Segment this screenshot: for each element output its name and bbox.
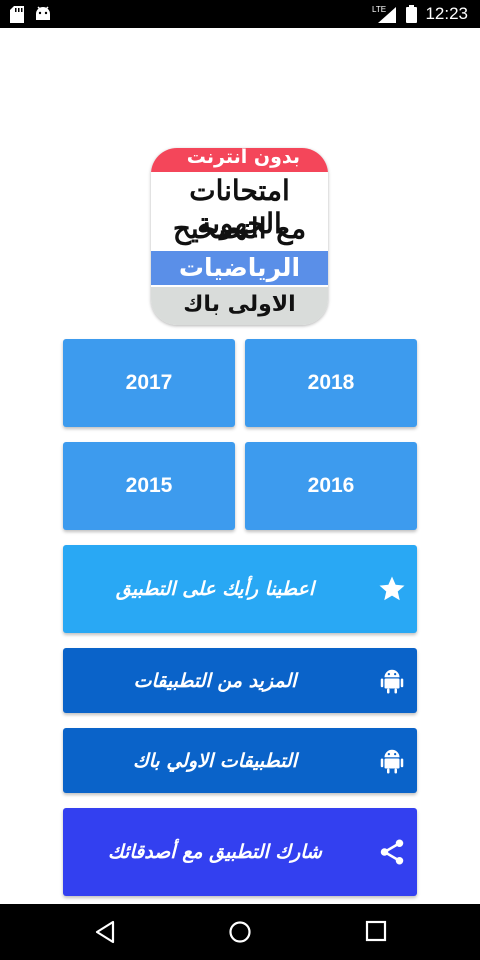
navigation-bar bbox=[0, 904, 480, 960]
signal-icon: LTE bbox=[372, 5, 397, 23]
share-app-button[interactable]: شارك التطبيق مع أصدقائك bbox=[63, 808, 417, 896]
android-icon bbox=[380, 749, 404, 773]
share-icon bbox=[380, 839, 404, 865]
logo-level-band: الاولى باك bbox=[151, 287, 328, 325]
logo-top-band: بدون أنترنت bbox=[151, 148, 328, 172]
clock: 12:23 bbox=[425, 4, 468, 23]
year-2017-button[interactable]: 2017 bbox=[63, 339, 235, 427]
logo-offline-text: بدون أنترنت bbox=[186, 148, 300, 168]
rate-app-label: اعطينا رأيك على التطبيق bbox=[115, 578, 315, 600]
more-apps-label: المزيد من التطبيقات bbox=[133, 669, 297, 692]
share-app-label: شارك التطبيق مع أصدقائك bbox=[108, 841, 322, 863]
android-icon bbox=[380, 669, 404, 693]
status-bar: LTE 12:23 bbox=[0, 0, 480, 28]
logo-title-line2: مع التصحيح bbox=[172, 212, 307, 245]
sd-card-icon bbox=[10, 5, 24, 23]
more-apps-button[interactable]: المزيد من التطبيقات bbox=[63, 648, 417, 713]
first-bac-apps-button[interactable]: التطبيقات الاولي باك bbox=[63, 728, 417, 793]
rate-app-button[interactable]: اعطينا رأيك على التطبيق bbox=[63, 545, 417, 633]
logo-subject-band: الرياضيات bbox=[151, 251, 328, 285]
logo-subject-text: الرياضيات bbox=[178, 253, 301, 282]
year-2015-button[interactable]: 2015 bbox=[63, 442, 235, 530]
back-icon[interactable] bbox=[94, 920, 116, 944]
home-icon[interactable] bbox=[228, 920, 252, 944]
logo-level-text: الاولى باك bbox=[183, 292, 296, 317]
star-icon bbox=[379, 576, 405, 601]
year-2018-button[interactable]: 2018 bbox=[245, 339, 417, 427]
android-icon bbox=[36, 6, 50, 20]
first-bac-apps-label: التطبيقات الاولي باك bbox=[132, 749, 298, 772]
lte-label: LTE bbox=[372, 5, 386, 14]
app-logo: بدون أنترنت امتحانات الجهوية مع التصحيح … bbox=[151, 148, 328, 325]
battery-icon bbox=[406, 5, 418, 23]
year-2016-button[interactable]: 2016 bbox=[245, 442, 417, 530]
recents-icon[interactable] bbox=[365, 920, 387, 942]
